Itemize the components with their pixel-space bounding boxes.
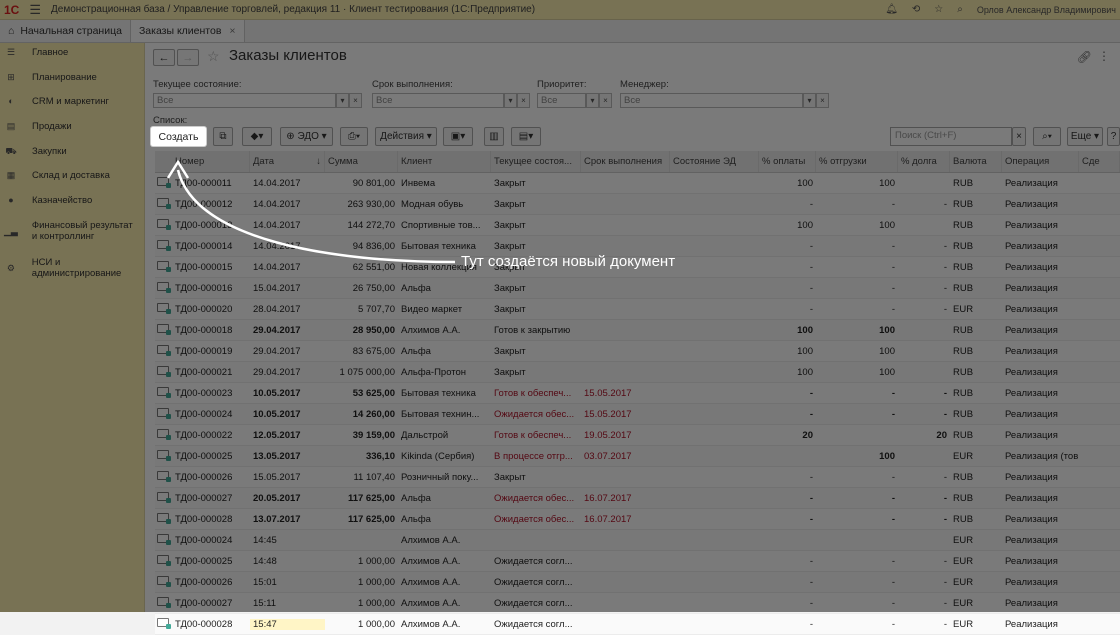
cell-debt: - [943, 618, 947, 630]
cell-shipment: - [891, 618, 895, 630]
cell-state: Ожидается согл... [494, 618, 573, 630]
arrow-curve [176, 169, 456, 264]
cell-client: Алхимов А.А. [401, 618, 461, 630]
cell-number: ТД00-000028 [155, 618, 250, 630]
cell-operation: Реализация [1005, 618, 1058, 630]
document-icon [157, 618, 171, 629]
cell-currency: EUR [953, 618, 974, 630]
cell-date: 15:47 [250, 618, 325, 630]
cell-payment: - [809, 618, 813, 630]
annotation-text: Тут создаётся новый документ [461, 253, 676, 270]
table-row[interactable]: ТД00-000028 15:47 1 000,00 Алхимов А.А. Ожид… [155, 614, 1120, 635]
cell-sum: 1 000,00 [358, 618, 395, 630]
annotation-arrow [166, 159, 456, 264]
cell-number-text: ТД00-000028 [175, 619, 233, 630]
